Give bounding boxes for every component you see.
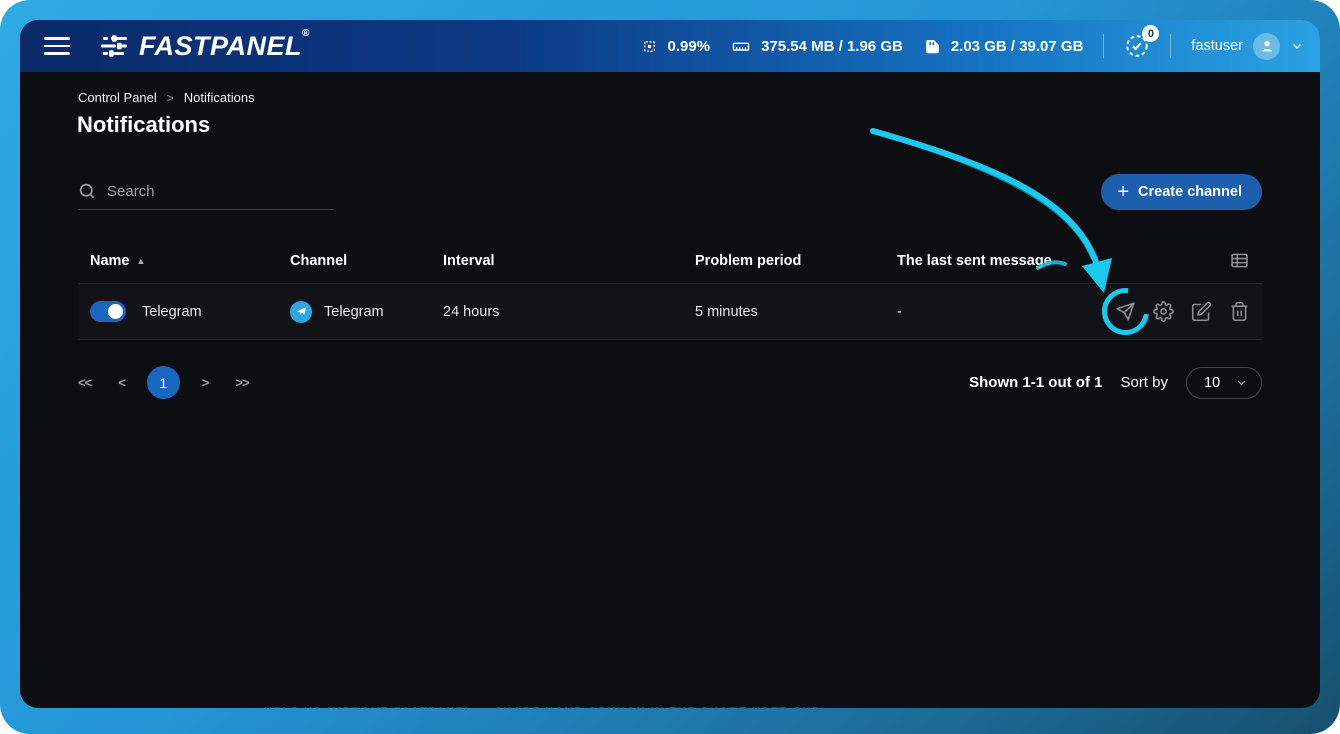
pagination-first-button[interactable]: <<	[78, 375, 91, 390]
disk-usage-value: 2.03 GB / 39.07 GB	[951, 38, 1084, 55]
browser-frame: FASTPANEL® 0.99% 375.54 MB / 1.96 GB	[0, 0, 1340, 734]
cpu-usage-stat: 0.99%	[640, 37, 711, 56]
breadcrumb: Control Panel > Notifications	[78, 90, 1320, 105]
pagination-last-button[interactable]: >>	[235, 375, 248, 390]
edit-pencil-icon	[1191, 301, 1212, 322]
user-menu[interactable]: fastuser	[1191, 33, 1304, 60]
search-box	[78, 182, 334, 210]
username: fastuser	[1191, 38, 1243, 54]
search-input[interactable]	[107, 183, 334, 200]
telegram-icon	[290, 301, 312, 323]
trash-icon	[1229, 301, 1250, 322]
toggle-knob	[108, 304, 123, 319]
topbar-divider	[1170, 34, 1171, 58]
per-page-value: 10	[1204, 375, 1220, 391]
toolbar: + Create channel	[78, 174, 1262, 210]
registered-mark: ®	[302, 28, 310, 39]
search-icon	[78, 182, 96, 200]
topbar-status-area: 0.99% 375.54 MB / 1.96 GB 2.03 GB / 39.0…	[640, 33, 1304, 60]
table-header-row: Name ▲ Channel Interval Problem period T…	[78, 242, 1262, 283]
notifications-table: Name ▲ Channel Interval Problem period T…	[78, 242, 1262, 340]
delete-channel-button[interactable]	[1229, 301, 1250, 322]
disk-usage-stat: 2.03 GB / 39.07 GB	[923, 37, 1084, 56]
breadcrumb-notifications: Notifications	[184, 90, 255, 105]
table-columns-icon	[1229, 250, 1250, 271]
breadcrumb-control-panel[interactable]: Control Panel	[78, 90, 157, 105]
column-header-problem-period[interactable]: Problem period	[683, 253, 885, 269]
plus-icon: +	[1117, 182, 1129, 202]
problem-period-value: 5 minutes	[683, 304, 885, 320]
shown-count-text: Shown 1-1 out of 1	[969, 374, 1102, 391]
sort-asc-icon: ▲	[137, 256, 146, 266]
page-title: Notifications	[77, 112, 1320, 138]
sort-by-label: Sort by	[1120, 374, 1168, 391]
table-row: Telegram Telegram 24 hours 5 minutes -	[78, 283, 1262, 340]
create-channel-button[interactable]: + Create channel	[1101, 174, 1262, 210]
column-header-interval[interactable]: Interval	[431, 253, 683, 269]
last-sent-message-value: -	[885, 304, 1112, 320]
edit-channel-button[interactable]	[1191, 301, 1212, 322]
fastpanel-logo-icon	[100, 34, 130, 58]
menu-hamburger-icon[interactable]	[44, 37, 70, 55]
interval-value: 24 hours	[431, 304, 683, 320]
cpu-chip-icon	[640, 37, 659, 56]
pagination-prev-button[interactable]: <	[118, 375, 125, 390]
send-icon	[1115, 301, 1136, 322]
chevron-down-icon	[1235, 376, 1248, 389]
logo-text: FASTPANEL®	[139, 31, 310, 62]
person-icon	[1259, 38, 1275, 54]
column-settings-button[interactable]	[1229, 250, 1250, 271]
pagination-row: << < 1 > >> Shown 1-1 out of 1 Sort by 1…	[78, 366, 1262, 399]
user-avatar	[1253, 33, 1280, 60]
pagination-page-1[interactable]: 1	[147, 366, 180, 399]
chevron-down-icon	[1290, 39, 1304, 53]
tasks-indicator[interactable]: 0	[1124, 33, 1150, 59]
channel-type: Telegram	[324, 304, 384, 320]
topbar-divider	[1103, 34, 1104, 58]
row-actions	[1112, 301, 1262, 322]
per-page-select[interactable]: 10	[1186, 367, 1262, 399]
fastpanel-app: FASTPANEL® 0.99% 375.54 MB / 1.96 GB	[20, 20, 1320, 708]
ram-usage-stat: 375.54 MB / 1.96 GB	[730, 37, 903, 56]
pagination-next-button[interactable]: >	[202, 375, 209, 390]
top-bar: FASTPANEL® 0.99% 375.54 MB / 1.96 GB	[20, 20, 1320, 72]
ram-memory-icon	[730, 37, 752, 56]
fastpanel-logo[interactable]: FASTPANEL®	[100, 31, 310, 62]
column-header-last-sent[interactable]: The last sent message	[885, 253, 1112, 269]
tasks-count-badge: 0	[1142, 25, 1159, 42]
breadcrumb-separator: >	[167, 91, 174, 105]
cpu-usage-value: 0.99%	[668, 38, 711, 55]
gear-icon	[1153, 301, 1174, 322]
channel-settings-button[interactable]	[1153, 301, 1174, 322]
column-header-name[interactable]: Name ▲	[78, 253, 278, 269]
pagination-summary: Shown 1-1 out of 1 Sort by 10	[969, 367, 1262, 399]
disk-storage-icon	[923, 37, 942, 56]
column-header-channel[interactable]: Channel	[278, 253, 431, 269]
channel-name: Telegram	[142, 304, 202, 320]
send-test-notification-button[interactable]	[1115, 301, 1136, 322]
ram-usage-value: 375.54 MB / 1.96 GB	[761, 38, 903, 55]
footer-clipped-text: HELP US IMPROVE FASTPANEL — SHARE YOUR O…	[264, 706, 824, 708]
channel-enabled-toggle[interactable]	[90, 301, 126, 322]
